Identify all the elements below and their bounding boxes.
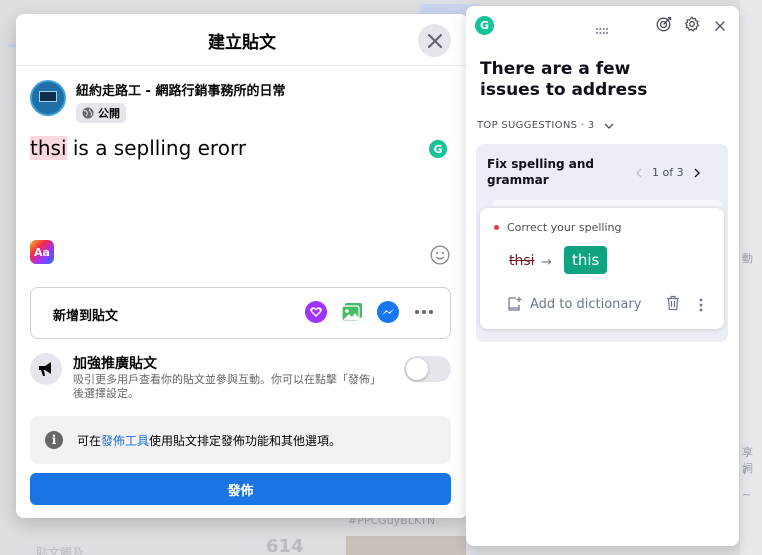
add-to-post-label: 新增到貼文: [53, 309, 119, 324]
background-right-column: 動 享詞 ? ~: [740, 0, 762, 555]
boost-post-row: 加強推廣貼文 吸引更多用戶查看你的貼文並參與互動。你可以在點擊「發佈」後選擇設定…: [30, 351, 451, 411]
post-text-rest: is a seplling erorr: [66, 136, 247, 160]
stacked-card-edge: [492, 200, 722, 206]
arrow-right-icon: →: [541, 255, 552, 270]
publishing-tools-link[interactable]: 發佈工具: [101, 434, 149, 448]
top-suggestions-label: TOP SUGGESTIONS · 3: [477, 120, 595, 131]
post-text-input[interactable]: thsi is a seplling erorr: [30, 136, 246, 160]
vertical-ellipsis-icon: [699, 298, 703, 312]
suggestion-category: Correct your spelling: [494, 221, 621, 234]
emoji-icon: [430, 245, 450, 265]
grammarly-panel: G There are a few issues to address TOP …: [466, 6, 739, 546]
target-icon: [656, 16, 672, 32]
background-stats: 貼文觸及 614: [14, 530, 314, 555]
chevron-left-icon[interactable]: [636, 168, 642, 178]
page-name: 紐約走路工 - 網路行銷事務所的日常: [76, 84, 286, 99]
suggestion-card[interactable]: Correct your spelling thsi → this Add to…: [480, 208, 724, 329]
accept-suggestion-button[interactable]: this: [564, 246, 608, 274]
pager-count: 1 of 3: [652, 166, 684, 179]
add-to-dictionary-label: Add to dictionary: [530, 296, 642, 312]
heart-circle-icon: [305, 301, 327, 323]
boost-description: 吸引更多用戶查看你的貼文並參與互動。你可以在點擊「發佈」後選擇設定。: [73, 373, 381, 400]
close-panel-button[interactable]: [715, 16, 725, 35]
boost-title: 加強推廣貼文: [73, 356, 157, 372]
messenger-icon: [377, 301, 399, 323]
background-fragment: 動: [742, 252, 753, 265]
toggle-knob: [406, 358, 428, 380]
avatar-laptop-icon: [39, 91, 57, 102]
photo-video-button[interactable]: [340, 300, 364, 324]
error-dot-icon: [494, 225, 499, 230]
dictionary-add-icon: [508, 297, 522, 311]
page-identity: 紐約走路工 - 網路行銷事務所的日常 公開: [30, 80, 285, 123]
close-button[interactable]: [418, 24, 451, 57]
audience-label: 公開: [98, 107, 120, 120]
trash-icon: [667, 295, 679, 311]
more-options-button[interactable]: [412, 300, 436, 324]
close-icon: [715, 21, 725, 31]
dialog-header: 建立貼文: [16, 14, 468, 66]
suggestion-group: Fix spelling and grammar 1 of 3 Correct …: [476, 144, 728, 342]
text-background-button[interactable]: Aa: [30, 240, 54, 264]
background-image: [346, 536, 466, 555]
goals-button[interactable]: [656, 15, 673, 36]
globe-icon: [82, 107, 94, 119]
dialog-title: 建立貼文: [208, 33, 276, 53]
megaphone-icon: [30, 353, 62, 385]
photo-icon: [341, 303, 362, 322]
tag-people-button[interactable]: [304, 300, 328, 324]
dismiss-button[interactable]: [666, 295, 680, 315]
publish-button[interactable]: 發佈: [30, 473, 451, 505]
audience-selector[interactable]: 公開: [76, 103, 126, 123]
chevron-down-icon: [604, 123, 614, 129]
publishing-tools-notice: i 可在發佈工具使用貼文排定發佈功能和其他選項。: [30, 416, 451, 464]
suggestion-group-title: Fix spelling and grammar: [487, 157, 594, 187]
original-word: thsi: [509, 253, 535, 269]
top-suggestions-toggle[interactable]: TOP SUGGESTIONS · 3: [477, 120, 614, 131]
grammarly-inline-icon[interactable]: G: [429, 140, 447, 158]
drag-handle[interactable]: [595, 20, 609, 39]
add-to-dictionary-button[interactable]: Add to dictionary: [507, 296, 641, 312]
info-icon: i: [45, 431, 63, 449]
drag-handle-icon: [596, 28, 608, 34]
avatar[interactable]: [30, 80, 66, 116]
emoji-button[interactable]: [430, 245, 450, 269]
notice-prefix: 可在: [77, 434, 102, 448]
messenger-button[interactable]: [376, 300, 400, 324]
settings-button[interactable]: [684, 16, 700, 36]
add-to-post-bar: 新增到貼文: [30, 287, 451, 339]
background-stats-count: 614: [266, 536, 304, 555]
grammarly-logo: G: [475, 16, 494, 35]
boost-toggle[interactable]: [404, 356, 451, 382]
suggestion-category-label: Correct your spelling: [507, 221, 622, 234]
panel-heading: There are a few issues to address: [480, 59, 648, 100]
notice-suffix: 使用貼文排定發佈功能和其他選項。: [149, 434, 342, 448]
background-fragment: ?: [742, 464, 748, 477]
close-icon: [427, 33, 442, 48]
notice-text: 可在發佈工具使用貼文排定發佈功能和其他選項。: [77, 432, 341, 449]
card-more-button[interactable]: [699, 297, 703, 316]
create-post-dialog: 建立貼文 紐約走路工 - 網路行銷事務所的日常 公開 thsi is a sep…: [16, 14, 468, 518]
misspelled-word[interactable]: thsi: [30, 136, 67, 160]
ellipsis-icon: [415, 310, 433, 314]
background-stats-label: 貼文觸及: [36, 546, 85, 555]
chevron-right-icon[interactable]: [694, 168, 700, 178]
suggestion-pager: 1 of 3: [636, 166, 700, 179]
background-fragment: ~: [742, 488, 752, 501]
gear-icon: [684, 16, 700, 32]
